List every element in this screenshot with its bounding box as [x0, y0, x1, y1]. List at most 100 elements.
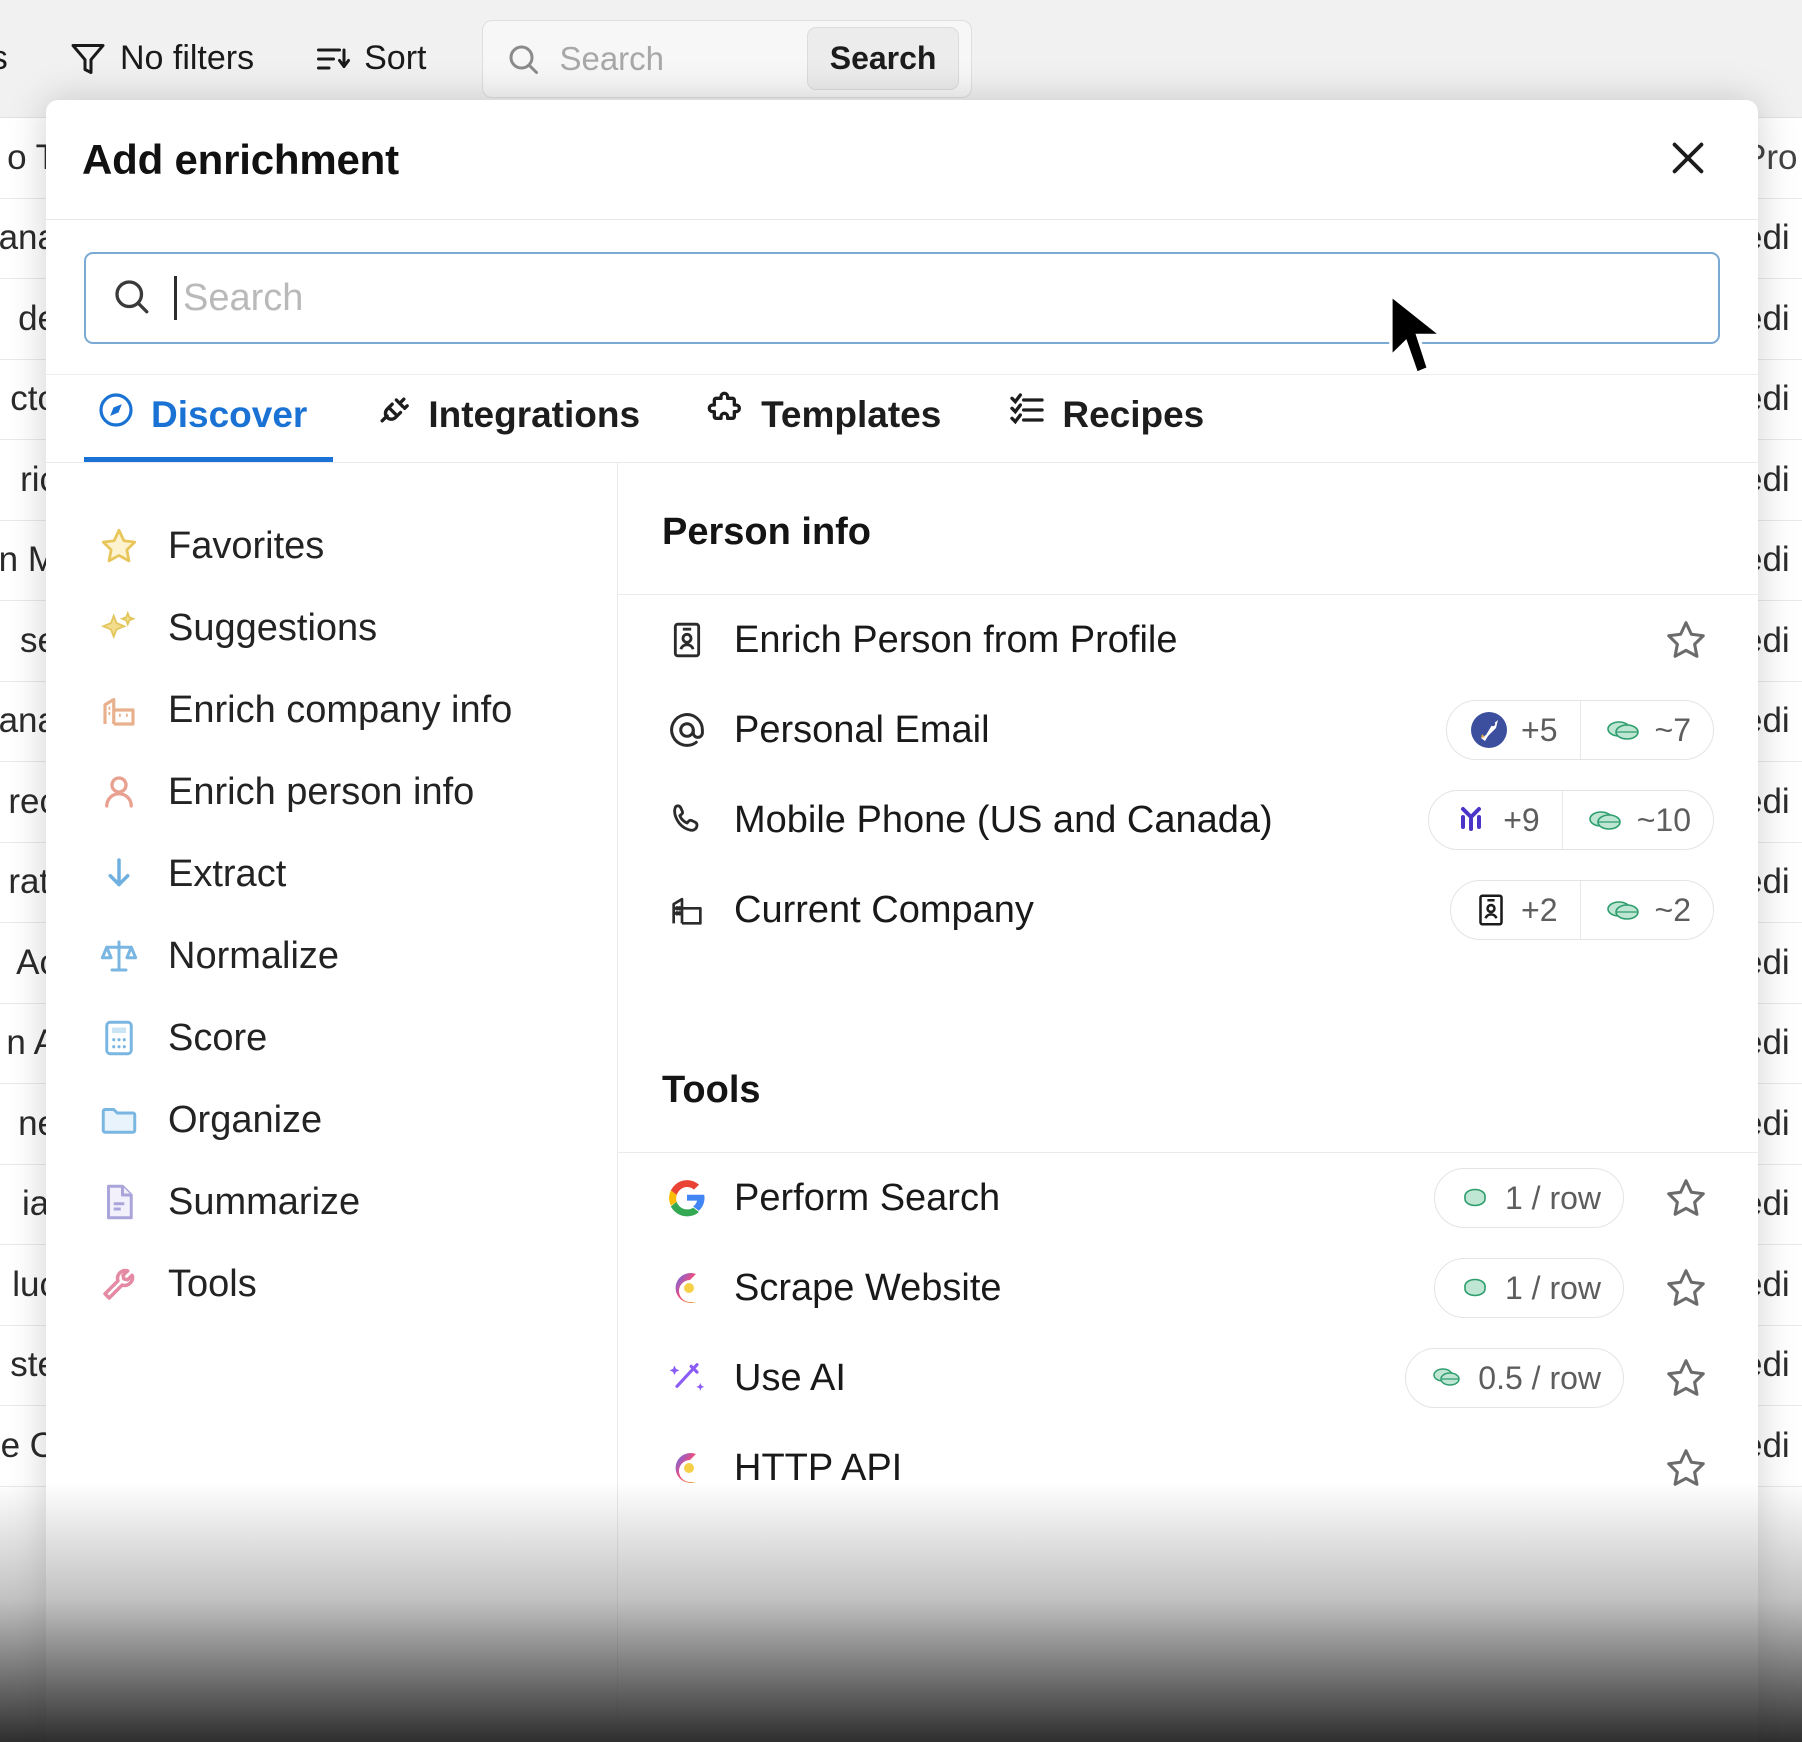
screen: ws No filters Sort Search Search: [0, 0, 1802, 1742]
list-item-scrape-website[interactable]: Scrape Website 1 / row: [618, 1243, 1758, 1333]
favorite-star-icon[interactable]: [1658, 1175, 1714, 1221]
sidebar-item-summarize[interactable]: Summarize: [46, 1161, 617, 1243]
coins-icon: [1585, 803, 1625, 837]
toolbar-no-filters-button[interactable]: No filters: [70, 39, 254, 78]
tab-integrations-label: Integrations: [428, 394, 640, 436]
id-card-provider-icon: [1473, 892, 1509, 928]
provider-segment[interactable]: +5: [1447, 701, 1579, 759]
close-button[interactable]: [1662, 134, 1714, 186]
section-title-tools: Tools: [618, 1021, 1758, 1152]
coins-icon: [1428, 1362, 1466, 1394]
trident-provider-icon: [1451, 800, 1491, 840]
sidebar-item-label: Normalize: [168, 935, 339, 978]
list-item-enrich-person-from-profile[interactable]: Enrich Person from Profile: [618, 595, 1758, 685]
cost-pill[interactable]: 1 / row: [1434, 1258, 1624, 1318]
tab-discover[interactable]: Discover: [84, 390, 333, 462]
coins-icon: [1457, 1272, 1493, 1304]
sidebar-item-label: Extract: [168, 853, 286, 896]
sidebar-item-extract[interactable]: Extract: [46, 833, 617, 915]
list-item-label: Enrich Person from Profile: [734, 619, 1178, 662]
sidebar-item-label: Score: [168, 1017, 267, 1060]
spacer: [618, 955, 1758, 1021]
plug-icon: [373, 390, 413, 439]
modal-header: Add enrichment: [46, 100, 1758, 220]
list-item-label: Current Company: [734, 889, 1034, 932]
enrichment-list: Person info Enrich Person from Profile: [618, 463, 1758, 1742]
calculator-icon: [96, 1015, 142, 1061]
list-item-label: Personal Email: [734, 709, 990, 752]
list-item-mobile-phone[interactable]: Mobile Phone (US and Canada) +9: [618, 775, 1758, 865]
provider-cost-pill[interactable]: +9 ~10: [1428, 790, 1714, 850]
sidebar-item-score[interactable]: Score: [46, 997, 617, 1079]
credit-amount: 0.5 / row: [1478, 1360, 1601, 1397]
credit-segment[interactable]: 1 / row: [1435, 1259, 1623, 1317]
tab-discover-label: Discover: [151, 394, 307, 436]
sidebar-item-enrich-person-info[interactable]: Enrich person info: [46, 751, 617, 833]
category-sidebar: Favorites Suggestions Enrich company inf…: [46, 463, 618, 1742]
list-item-label: Scrape Website: [734, 1267, 1002, 1310]
credit-segment[interactable]: 0.5 / row: [1406, 1349, 1623, 1407]
toolbar-sort-label: Sort: [364, 39, 426, 78]
list-item-label: Use AI: [734, 1357, 846, 1400]
add-enrichment-modal: Add enrichment Search Discover: [46, 100, 1758, 1742]
credit-segment[interactable]: 1 / row: [1435, 1169, 1623, 1227]
app-search-box[interactable]: Search Search: [482, 20, 972, 98]
modal-search-wrapper: Search: [46, 220, 1758, 375]
credit-segment[interactable]: ~2: [1580, 881, 1713, 939]
credit-amount: ~10: [1637, 802, 1691, 839]
list-item-http-api[interactable]: HTTP API: [618, 1423, 1758, 1513]
cost-pill[interactable]: 0.5 / row: [1405, 1348, 1624, 1408]
credit-segment[interactable]: ~10: [1562, 791, 1713, 849]
list-item-current-company[interactable]: Current Company +2: [618, 865, 1758, 955]
toolbar-sort-button[interactable]: Sort: [314, 39, 426, 78]
favorite-star-icon[interactable]: [1658, 1355, 1714, 1401]
credit-amount: 1 / row: [1505, 1270, 1601, 1307]
sidebar-item-enrich-company-info[interactable]: Enrich company info: [46, 669, 617, 751]
puzzle-icon: [706, 390, 746, 439]
provider-segment[interactable]: +2: [1451, 881, 1579, 939]
tab-integrations[interactable]: Integrations: [361, 390, 666, 462]
id-card-icon: [662, 620, 712, 660]
sidebar-item-normalize[interactable]: Normalize: [46, 915, 617, 997]
favorite-star-icon[interactable]: [1658, 617, 1714, 663]
list-item-use-ai[interactable]: Use AI 0.5 / row: [618, 1333, 1758, 1423]
sidebar-item-organize[interactable]: Organize: [46, 1079, 617, 1161]
coins-icon: [1603, 713, 1643, 747]
magic-wand-icon: [662, 1358, 712, 1398]
sidebar-item-label: Summarize: [168, 1181, 360, 1224]
list-item-label: Perform Search: [734, 1177, 1000, 1220]
cost-pill[interactable]: 1 / row: [1434, 1168, 1624, 1228]
sidebar-item-favorites[interactable]: Favorites: [46, 505, 617, 587]
building-outline-icon: [662, 890, 712, 930]
provider-cost-pill[interactable]: +5 ~7: [1446, 700, 1714, 760]
sidebar-item-label: Favorites: [168, 525, 324, 568]
list-item-personal-email[interactable]: Personal Email +5: [618, 685, 1758, 775]
provider-cost-pill[interactable]: +2 ~2: [1450, 880, 1714, 940]
provider-segment[interactable]: +9: [1429, 791, 1561, 849]
tab-templates[interactable]: Templates: [694, 390, 967, 462]
sidebar-item-suggestions[interactable]: Suggestions: [46, 587, 617, 669]
page-title: Add enrichment: [82, 136, 399, 184]
folder-icon: [96, 1097, 142, 1143]
search-icon: [110, 275, 152, 322]
search-placeholder: Search: [183, 277, 303, 320]
app-search-button[interactable]: Search: [807, 27, 960, 90]
provider-count: +9: [1503, 802, 1539, 839]
list-item-perform-search[interactable]: Perform Search 1 / row: [618, 1153, 1758, 1243]
sidebar-item-label: Organize: [168, 1099, 322, 1142]
favorite-star-icon[interactable]: [1658, 1265, 1714, 1311]
credit-segment[interactable]: ~7: [1580, 701, 1713, 759]
scales-icon: [96, 933, 142, 979]
star-icon: [96, 523, 142, 569]
tab-recipes[interactable]: Recipes: [995, 390, 1230, 462]
modal-body: Favorites Suggestions Enrich company inf…: [46, 463, 1758, 1742]
list-item-label: Mobile Phone (US and Canada): [734, 799, 1273, 842]
credit-amount: 1 / row: [1505, 1180, 1601, 1217]
document-icon: [96, 1179, 142, 1225]
favorite-star-icon[interactable]: [1658, 1445, 1714, 1491]
search-input[interactable]: Search: [84, 252, 1720, 344]
download-arrow-icon: [96, 851, 142, 897]
compass-icon: [96, 390, 136, 439]
sidebar-item-label: Suggestions: [168, 607, 377, 650]
sidebar-item-tools[interactable]: Tools: [46, 1243, 617, 1325]
